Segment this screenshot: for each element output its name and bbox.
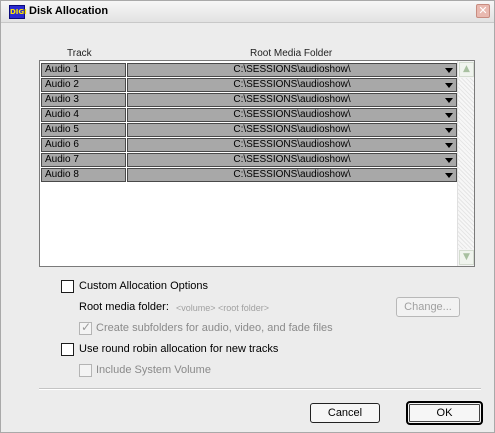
table-row: Audio 7 C:\SESSIONS\audioshow\ (41, 153, 457, 167)
table-row: Audio 2 C:\SESSIONS\audioshow\ (41, 78, 457, 92)
round-robin-checkbox[interactable] (61, 343, 74, 356)
track-name-cell: Audio 1 (41, 63, 126, 77)
track-name-cell: Audio 6 (41, 138, 126, 152)
track-name-cell: Audio 7 (41, 153, 126, 167)
track-name-cell: Audio 8 (41, 168, 126, 182)
column-header-root-media-folder[interactable]: Root Media Folder (250, 48, 332, 59)
window-title: Disk Allocation (29, 5, 109, 17)
scroll-up-icon[interactable]: ▲ (459, 62, 474, 77)
dropdown-arrow-icon[interactable] (445, 83, 453, 88)
root-folder-value: C:\SESSIONS\audioshow\ (233, 64, 351, 75)
dropdown-arrow-icon[interactable] (445, 113, 453, 118)
divider (39, 388, 481, 390)
table-row: Audio 5 C:\SESSIONS\audioshow\ (41, 123, 457, 137)
cancel-button[interactable]: Cancel (310, 403, 380, 423)
ok-button[interactable]: OK (406, 401, 483, 425)
root-folder-value: C:\SESSIONS\audioshow\ (233, 124, 351, 135)
root-folder-value: C:\SESSIONS\audioshow\ (233, 79, 351, 90)
root-folder-dropdown[interactable]: C:\SESSIONS\audioshow\ (127, 108, 457, 122)
close-icon[interactable]: ✕ (476, 4, 490, 18)
table-row: Audio 6 C:\SESSIONS\audioshow\ (41, 138, 457, 152)
root-folder-dropdown[interactable]: C:\SESSIONS\audioshow\ (127, 123, 457, 137)
root-folder-value: C:\SESSIONS\audioshow\ (233, 109, 351, 120)
custom-allocation-checkbox[interactable] (61, 280, 74, 293)
include-system-volume-checkbox[interactable] (79, 364, 92, 377)
track-name-cell: Audio 5 (41, 123, 126, 137)
root-folder-value: C:\SESSIONS\audioshow\ (233, 169, 351, 180)
checkmark-icon: ✓ (81, 320, 92, 334)
list-scrollbar[interactable]: ▲ ▼ (457, 61, 474, 266)
root-folder-value: C:\SESSIONS\audioshow\ (233, 94, 351, 105)
create-subfolders-label: Create subfolders for audio, video, and … (96, 322, 333, 334)
column-header-track[interactable]: Track (67, 48, 92, 59)
root-folder-value: C:\SESSIONS\audioshow\ (233, 154, 351, 165)
scroll-down-icon[interactable]: ▼ (459, 250, 474, 265)
root-folder-dropdown[interactable]: C:\SESSIONS\audioshow\ (127, 78, 457, 92)
dropdown-arrow-icon[interactable] (445, 128, 453, 133)
include-system-volume-label: Include System Volume (96, 364, 211, 376)
track-name-cell: Audio 4 (41, 108, 126, 122)
dropdown-arrow-icon[interactable] (445, 173, 453, 178)
scroll-track[interactable] (458, 78, 474, 249)
dropdown-arrow-icon[interactable] (445, 68, 453, 73)
root-media-folder-label: Root media folder: (79, 301, 169, 313)
root-folder-dropdown[interactable]: C:\SESSIONS\audioshow\ (127, 93, 457, 107)
root-folder-dropdown[interactable]: C:\SESSIONS\audioshow\ (127, 63, 457, 77)
root-folder-value: C:\SESSIONS\audioshow\ (233, 139, 351, 150)
dropdown-arrow-icon[interactable] (445, 98, 453, 103)
track-name-cell: Audio 2 (41, 78, 126, 92)
dropdown-arrow-icon[interactable] (445, 143, 453, 148)
root-folder-dropdown[interactable]: C:\SESSIONS\audioshow\ (127, 168, 457, 182)
table-row: Audio 8 C:\SESSIONS\audioshow\ (41, 168, 457, 182)
change-button[interactable]: Change... (396, 297, 460, 317)
table-row: Audio 4 C:\SESSIONS\audioshow\ (41, 108, 457, 122)
round-robin-label: Use round robin allocation for new track… (79, 343, 279, 355)
app-icon: DIGI (9, 5, 27, 19)
root-media-folder-value: <volume> <root folder> (176, 303, 270, 313)
root-folder-dropdown[interactable]: C:\SESSIONS\audioshow\ (127, 138, 457, 152)
custom-allocation-label: Custom Allocation Options (79, 280, 209, 292)
root-folder-dropdown[interactable]: C:\SESSIONS\audioshow\ (127, 153, 457, 167)
disk-allocation-dialog: DIGI Disk Allocation ✕ Track Root Media … (0, 0, 495, 433)
dropdown-arrow-icon[interactable] (445, 158, 453, 163)
track-allocation-list: Audio 1 C:\SESSIONS\audioshow\ Audio 2 C… (39, 60, 475, 267)
table-row: Audio 1 C:\SESSIONS\audioshow\ (41, 63, 457, 77)
track-name-cell: Audio 3 (41, 93, 126, 107)
table-row: Audio 3 C:\SESSIONS\audioshow\ (41, 93, 457, 107)
title-bar: DIGI Disk Allocation ✕ (1, 1, 494, 23)
create-subfolders-checkbox[interactable]: ✓ (79, 320, 92, 335)
